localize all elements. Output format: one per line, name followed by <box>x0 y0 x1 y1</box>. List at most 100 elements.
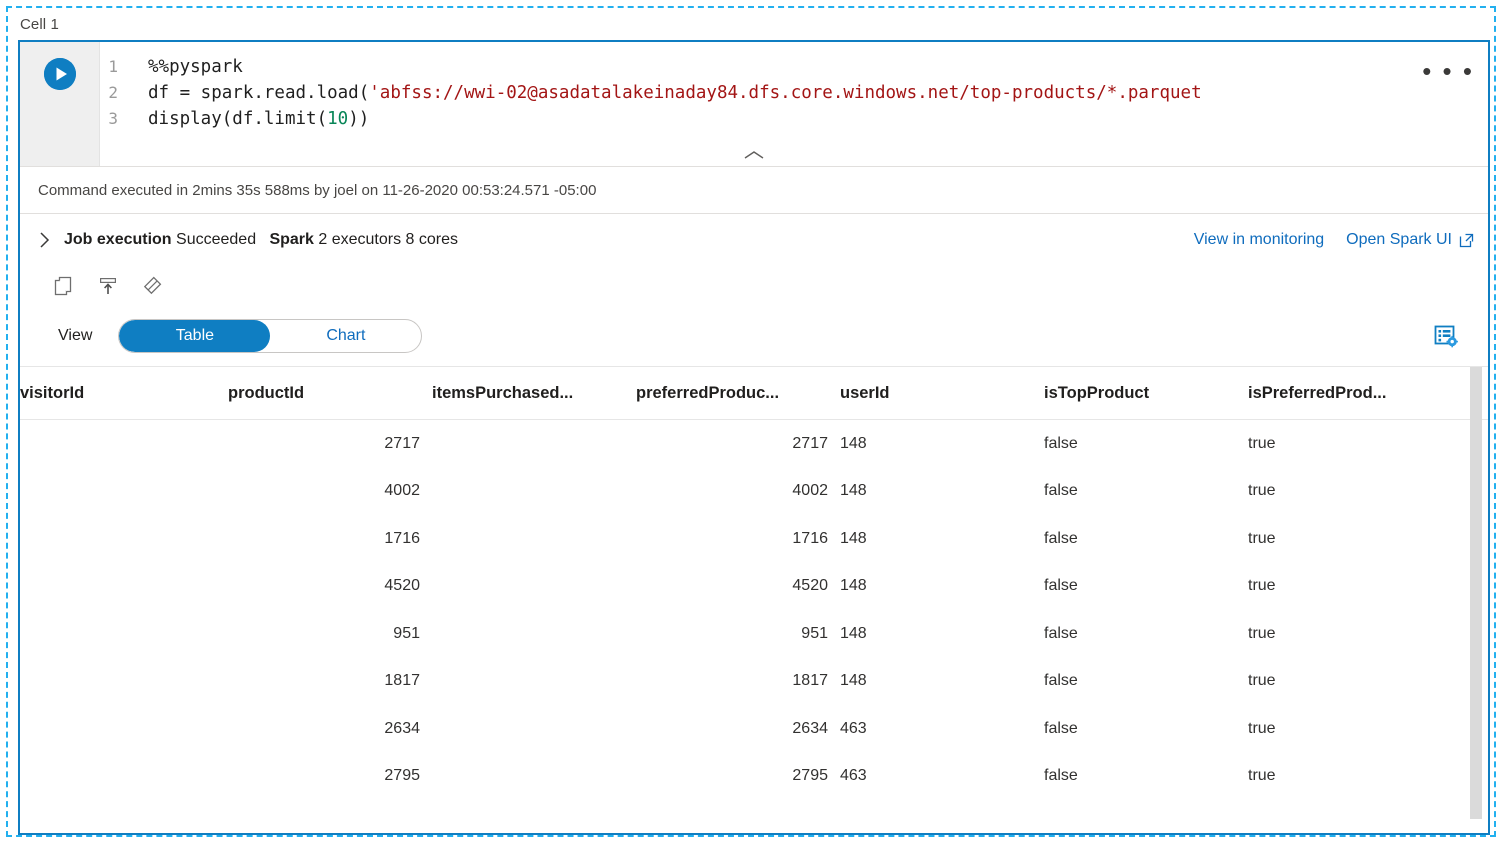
column-header-itemspurchased[interactable]: itemsPurchased... <box>432 367 636 420</box>
code-line-3: 3 display(df.limit(10)) <box>100 106 1488 132</box>
results-table-head: visitorId productId itemsPurchased... pr… <box>20 367 1488 420</box>
table-cell: 4002 <box>384 482 420 500</box>
table-cell: 148 <box>840 482 867 500</box>
command-status: Command executed in 2mins 35s 588ms by j… <box>38 181 597 199</box>
table-cell <box>432 610 636 658</box>
job-execution-state: Succeeded <box>176 231 257 248</box>
table-cell: 463 <box>840 719 867 737</box>
code-text: %%pyspark <box>148 57 243 77</box>
column-header-istopproduct[interactable]: isTopProduct <box>1044 367 1248 420</box>
table-cell: 1817 <box>384 672 420 690</box>
table-cell <box>20 563 228 611</box>
table-row[interactable]: 1817 1817 148 false true <box>20 658 1488 706</box>
table-cell: true <box>1248 624 1276 642</box>
table-cell <box>20 610 228 658</box>
code-text: display(df.limit( <box>148 109 328 129</box>
table-row[interactable]: 1716 1716 148 false true <box>20 515 1488 563</box>
table-cell <box>432 563 636 611</box>
table-cell <box>20 468 228 516</box>
table-header-row: visitorId productId itemsPurchased... pr… <box>20 367 1488 420</box>
table-cell <box>432 658 636 706</box>
view-toggle-chart[interactable]: Chart <box>270 320 421 352</box>
external-link-icon <box>1459 233 1474 247</box>
collapse-cell-button[interactable] <box>20 144 1488 166</box>
table-cell: 148 <box>840 672 867 690</box>
open-spark-ui-label: Open Spark UI <box>1346 231 1452 248</box>
table-cell: 2795 <box>792 767 828 785</box>
table-cell: false <box>1044 672 1078 690</box>
code-line-1: 1 %%pyspark <box>100 54 1488 80</box>
table-cell: false <box>1044 482 1078 500</box>
code-number-literal: 10 <box>327 109 349 129</box>
column-header-visitorid[interactable]: visitorId <box>20 367 228 420</box>
table-cell: 951 <box>393 624 420 642</box>
table-settings-icon <box>1434 325 1458 348</box>
results-table-body: 2717 2717 148 false true 4002 4002 148 false true… <box>20 420 1488 801</box>
table-row[interactable]: 4002 4002 148 false true <box>20 468 1488 516</box>
table-row[interactable]: 2634 2634 463 false true <box>20 705 1488 753</box>
view-switcher-bar: View Table Chart <box>20 306 1488 366</box>
copy-button[interactable] <box>52 274 76 298</box>
table-cell: false <box>1044 529 1078 547</box>
view-in-monitoring-label: View in monitoring <box>1193 231 1325 248</box>
table-row[interactable]: 2795 2795 463 false true <box>20 753 1488 801</box>
spark-detail: 2 executors 8 cores <box>318 231 458 248</box>
open-spark-ui-link[interactable]: Open Spark UI <box>1346 231 1474 249</box>
column-header-ispreferredproduct[interactable]: isPreferredProd... <box>1248 367 1488 420</box>
play-icon <box>43 58 76 90</box>
table-cell: 2717 <box>384 434 420 452</box>
cell-editor: 1 %%pyspark 2 df = spark.read.load('abfs… <box>20 42 1488 166</box>
table-cell <box>20 515 228 563</box>
table-row[interactable]: 2717 2717 148 false true <box>20 420 1488 468</box>
table-cell: true <box>1248 482 1276 500</box>
table-cell: true <box>1248 434 1276 452</box>
spark-label: Spark <box>269 231 314 248</box>
run-cell-button[interactable] <box>43 58 76 90</box>
table-cell <box>432 420 636 468</box>
cell-more-menu-button[interactable]: • • • <box>1422 58 1474 84</box>
table-cell: 951 <box>801 624 828 642</box>
table-cell <box>20 753 228 801</box>
table-cell: 148 <box>840 434 867 452</box>
table-row[interactable]: 951 951 148 false true <box>20 610 1488 658</box>
expand-job-details-button[interactable] <box>38 230 64 250</box>
clear-output-button[interactable] <box>140 274 164 298</box>
table-cell: 463 <box>840 767 867 785</box>
table-cell: 4002 <box>792 482 828 500</box>
table-cell <box>432 515 636 563</box>
view-toggle-table[interactable]: Table <box>119 320 271 352</box>
line-number: 2 <box>108 83 118 102</box>
table-cell: 1716 <box>384 529 420 547</box>
table-cell: true <box>1248 719 1276 737</box>
code-string-literal: 'abfss://wwi-02@asadatalakeinaday84.dfs.… <box>369 83 1202 103</box>
chevron-right-icon <box>40 232 50 248</box>
cell-label: Cell 1 <box>20 16 59 33</box>
table-cell <box>20 705 228 753</box>
column-header-preferredproduct[interactable]: preferredProduc... <box>636 367 840 420</box>
notebook-cell: 1 %%pyspark 2 df = spark.read.load('abfs… <box>18 40 1490 835</box>
table-cell <box>20 658 228 706</box>
table-cell <box>432 705 636 753</box>
table-cell: false <box>1044 577 1078 595</box>
results-vertical-scrollbar[interactable] <box>1470 367 1482 819</box>
table-cell: 148 <box>840 529 867 547</box>
table-settings-button[interactable] <box>1432 322 1460 350</box>
job-execution-title: Job execution <box>64 231 172 248</box>
table-cell: true <box>1248 767 1276 785</box>
eraser-icon <box>143 276 162 295</box>
table-cell: false <box>1044 767 1078 785</box>
table-cell: 2634 <box>384 719 420 737</box>
table-cell: 4520 <box>792 577 828 595</box>
view-in-monitoring-link[interactable]: View in monitoring <box>1194 231 1324 249</box>
table-row[interactable]: 4520 4520 148 false true <box>20 563 1488 611</box>
export-output-button[interactable] <box>96 274 120 298</box>
column-header-productid[interactable]: productId <box>228 367 432 420</box>
table-cell: true <box>1248 577 1276 595</box>
table-cell <box>20 420 228 468</box>
view-toggle[interactable]: Table Chart <box>118 319 423 353</box>
column-header-userid[interactable]: userId <box>840 367 1044 420</box>
screenshot-root: Cell 1 1 %%pyspark 2 df = spark.read.loa… <box>0 0 1502 843</box>
code-text: df = spark.read.load( <box>148 83 370 103</box>
scrollbar-thumb[interactable] <box>1470 367 1482 819</box>
code-text: )) <box>348 109 370 129</box>
